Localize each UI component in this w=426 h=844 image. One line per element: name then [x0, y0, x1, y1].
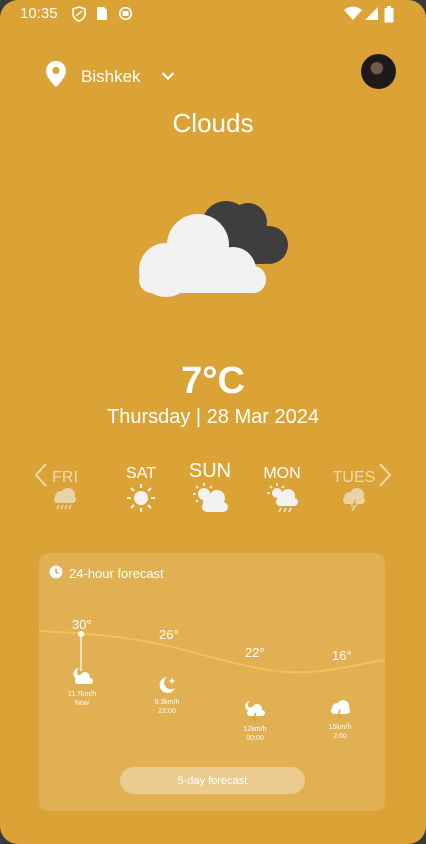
- location-selector[interactable]: Bishkek: [45, 60, 175, 93]
- hour-time: 22:00: [158, 708, 176, 715]
- chevron-down-icon[interactable]: [161, 68, 175, 86]
- sun-rain-icon: [247, 483, 317, 518]
- wifi-icon: [344, 6, 362, 25]
- hour-wind: 15km/h: [328, 724, 352, 731]
- rain-cloud-icon: [310, 700, 370, 723]
- day-label: SUN: [188, 460, 232, 482]
- hour-item-0000: 12km/h 00:00: [225, 700, 285, 743]
- day-label: FRI: [52, 469, 78, 486]
- hour-temp: 16°: [332, 648, 352, 663]
- hour-temp: 22°: [245, 645, 265, 660]
- day-item-tues[interactable]: TUES: [319, 469, 389, 516]
- hour-item-2200: 9.3km/h 22:00: [137, 675, 197, 716]
- hour-time: Now: [74, 700, 89, 707]
- avatar[interactable]: [361, 54, 396, 89]
- night-rain-icon: [225, 700, 285, 725]
- hour-wind: 12km/h: [243, 726, 267, 733]
- day-item-sun[interactable]: SUN: [175, 460, 245, 518]
- battery-icon: [384, 6, 394, 27]
- hour-time: 2:00: [333, 733, 347, 740]
- day-item-mon[interactable]: MON: [247, 465, 317, 518]
- thunder-cloud-icon: [319, 487, 389, 516]
- data-saver-icon: [118, 6, 133, 25]
- sun-icon: [106, 483, 176, 518]
- weather-condition: Clouds: [172, 108, 254, 138]
- hour-temp: 26°: [159, 627, 179, 642]
- day-item-fri[interactable]: FRI: [30, 469, 100, 516]
- status-bar: 10:35: [0, 0, 426, 28]
- sim-card-icon: [96, 6, 108, 25]
- location-pin-icon: [45, 60, 67, 93]
- day-label: TUES: [332, 469, 376, 486]
- night-cloud-icon: [52, 667, 112, 690]
- hour-item-0200: 15km/h 2:00: [310, 700, 370, 741]
- forecast-panel: 24-hour forecast 30° 26° 22° 16° 11.7km/…: [39, 553, 385, 811]
- day-label: SAT: [126, 465, 156, 482]
- weather-screen: 10:35 Bishkek Clouds 7°C Thursday | 28 M…: [0, 0, 426, 844]
- rain-cloud-icon: [30, 487, 100, 516]
- day-selector: FRI SAT SUN MON TUES: [0, 458, 426, 528]
- city-name: Bishkek: [81, 66, 141, 86]
- status-time: 10:35: [20, 5, 58, 22]
- current-temperature: 7°C: [181, 360, 245, 402]
- hour-temp: 30°: [72, 617, 92, 632]
- moon-icon: [137, 675, 197, 698]
- clouds-icon: [130, 190, 295, 305]
- hour-time: 00:00: [246, 735, 264, 742]
- hour-wind: 11.7km/h: [67, 691, 97, 698]
- day-item-sat[interactable]: SAT: [106, 465, 176, 518]
- current-date: Thursday | 28 Mar 2024: [107, 406, 319, 428]
- day-label: MON: [263, 465, 301, 482]
- shield-icon: [72, 6, 86, 26]
- signal-icon: [364, 6, 379, 25]
- hour-item-now: 11.7km/h Now: [52, 667, 112, 708]
- five-day-forecast-button[interactable]: 5-day forecast: [120, 767, 305, 794]
- sun-cloud-icon: [175, 483, 245, 518]
- hour-wind: 9.3km/h: [154, 699, 180, 706]
